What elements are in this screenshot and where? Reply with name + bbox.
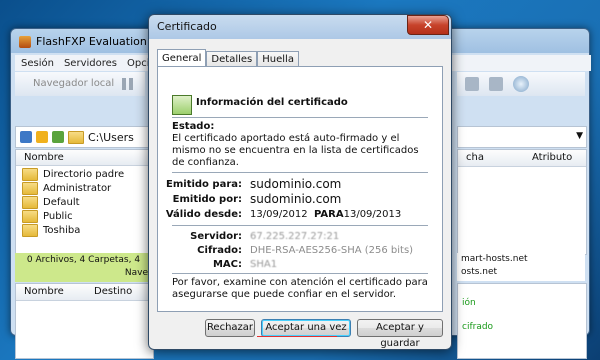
tab-strip: General Detalles Huella: [157, 49, 299, 68]
dialog-title: Certificado: [157, 20, 217, 33]
sync-icon[interactable]: [20, 131, 32, 143]
valid-from-value: 13/09/2012: [250, 209, 308, 220]
chevron-down-icon[interactable]: ▼: [576, 131, 583, 141]
star-icon[interactable]: [36, 131, 48, 143]
remote-header: cha Atributo: [458, 150, 586, 167]
list-item[interactable]: Public: [22, 210, 73, 223]
divider: [172, 172, 428, 173]
refresh-icon[interactable]: [489, 77, 503, 91]
mac-value: SHA1: [250, 259, 278, 270]
folder-up-icon: [22, 168, 38, 181]
session-log: ión cifrado: [457, 283, 587, 359]
list-item[interactable]: Administrator: [22, 182, 111, 195]
para-label: PARA: [314, 209, 344, 220]
remote-status: mart-hosts.net osts.net: [457, 253, 585, 281]
globe-icon[interactable]: [513, 76, 529, 92]
mac-label: MAC:: [212, 259, 242, 270]
issued-to-value: sudominio.com: [250, 177, 342, 191]
general-tab-panel: Información del certificado Estado: El c…: [157, 66, 443, 312]
queue-list: Nombre Destino: [15, 283, 154, 359]
transfer-icon[interactable]: [465, 77, 479, 91]
folder-icon: [22, 182, 38, 195]
local-toolbar: Navegador local: [15, 72, 145, 96]
pause-icon[interactable]: [119, 76, 135, 92]
up-folder-icon[interactable]: [52, 131, 64, 143]
certificate-icon: [172, 95, 192, 115]
local-path[interactable]: C:\Users: [88, 131, 134, 144]
focus-underline: [257, 336, 337, 337]
folder-icon: [22, 224, 38, 237]
remote-toolbar: [457, 72, 585, 96]
list-item[interactable]: Default: [22, 196, 80, 209]
list-item[interactable]: Toshiba: [22, 224, 80, 237]
validity-range: 13/09/2012 PARA13/09/2013: [250, 209, 401, 220]
flashfxp-app-icon: [19, 35, 31, 48]
valid-from-label: Válido desde:: [165, 209, 242, 220]
examine-text: Por favor, examine con atención el certi…: [172, 277, 428, 300]
menu-sesion[interactable]: Sesión: [21, 58, 54, 69]
issued-by-label: Emitido por:: [172, 194, 242, 205]
cipher-label: Cifrado:: [197, 245, 242, 256]
local-status: 0 Archivos, 4 Carpetas, 4 Nave: [15, 253, 152, 282]
remote-col-date[interactable]: cha: [466, 150, 484, 166]
column-name-header[interactable]: Nombre: [16, 150, 153, 166]
remote-col-attr[interactable]: Atributo: [532, 150, 572, 166]
server-value: 67.225.227.27:21: [250, 231, 340, 242]
divider: [172, 225, 428, 226]
list-item[interactable]: Directorio padre: [22, 168, 124, 181]
divider: [172, 273, 428, 274]
queue-col-dest[interactable]: Destino: [94, 284, 132, 300]
menu-servidores[interactable]: Servidores: [64, 58, 117, 69]
certificate-dialog: Certificado ✕ General Detalles Huella In…: [148, 14, 452, 350]
queue-col-name[interactable]: Nombre: [24, 284, 64, 300]
estado-label: Estado:: [172, 121, 215, 132]
folder-icon: [22, 196, 38, 209]
estado-text: El certificado aportado está auto-firmad…: [172, 133, 419, 168]
accept-and-save-button[interactable]: Aceptar y guardar: [357, 319, 443, 349]
local-browser-button[interactable]: Navegador local: [21, 76, 121, 92]
divider: [172, 117, 428, 118]
certificate-heading: Información del certificado: [196, 97, 348, 108]
close-button[interactable]: ✕: [407, 15, 449, 35]
issued-to-label: Emitido para:: [166, 179, 242, 190]
valid-to-value: 13/09/2013: [343, 209, 402, 220]
local-path-bar[interactable]: C:\Users: [15, 126, 158, 148]
accept-once-button[interactable]: Aceptar una vez: [261, 319, 351, 337]
folder-icon: [68, 130, 84, 144]
server-label: Servidor:: [190, 231, 242, 242]
remote-path-combo[interactable]: ▼: [457, 126, 587, 148]
folder-icon: [22, 210, 38, 223]
reject-button[interactable]: Rechazar: [205, 319, 255, 337]
issued-by-value: sudominio.com: [250, 192, 342, 206]
queue-header: Nombre Destino: [16, 284, 153, 301]
cipher-value: DHE-RSA-AES256-SHA (256 bits): [250, 245, 414, 256]
local-file-list: Nombre Directorio padre Administrator De…: [15, 149, 154, 255]
remote-file-list: cha Atributo: [457, 149, 587, 255]
